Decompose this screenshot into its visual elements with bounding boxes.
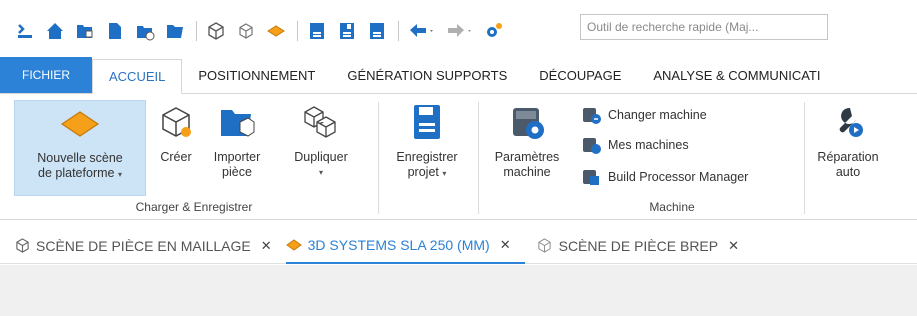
tab-positionnement[interactable]: POSITIONNEMENT	[182, 59, 331, 93]
close-icon[interactable]: ✕	[500, 237, 511, 253]
group-divider	[478, 102, 479, 214]
chevron-down-icon[interactable]: ▾	[118, 170, 122, 179]
build-processor-icon	[580, 166, 602, 188]
button-label: auto	[835, 165, 861, 179]
group-label: Machine	[649, 200, 695, 214]
button-label: Dupliquer	[294, 150, 348, 164]
document-icon[interactable]	[104, 20, 126, 42]
save-icon[interactable]	[306, 20, 328, 42]
tab-generation-supports[interactable]: GÉNÉRATION SUPPORTS	[331, 59, 523, 93]
button-label: Nouvelle scène	[37, 151, 123, 165]
cube-outline-icon[interactable]	[235, 20, 257, 42]
cube-icon[interactable]	[205, 20, 227, 42]
tab-analyse-communication[interactable]: ANALYSE & COMMUNICATI	[637, 59, 836, 93]
change-machine-icon	[580, 104, 602, 126]
undo-icon[interactable]	[407, 20, 437, 42]
build-processor-manager-button[interactable]: Build Processor Manager	[580, 164, 748, 190]
platform-icon	[15, 101, 145, 145]
doc-tab-brep-scene[interactable]: SCÈNE DE PIÈCE BREP ✕	[537, 228, 753, 264]
toolbar-divider	[196, 21, 197, 41]
import-folder-icon	[204, 100, 270, 144]
document-tabs: SCÈNE DE PIÈCE EN MAILLAGE ✕ 3D SYSTEMS …	[0, 228, 917, 264]
my-machines-button[interactable]: Mes machines	[580, 132, 689, 158]
ribbon-tabs: FICHIER ACCUEIL POSITIONNEMENT GÉNÉRATIO…	[0, 57, 917, 94]
cube-outline-icon	[537, 238, 553, 254]
platform-icon	[285, 237, 302, 253]
folder-stack-icon[interactable]	[134, 20, 156, 42]
tab-fichier[interactable]: FICHIER	[0, 57, 92, 93]
toolbar-divider	[297, 21, 298, 41]
workspace-area[interactable]	[0, 265, 917, 316]
button-label: Enregistrer	[396, 150, 458, 164]
button-label: Créer	[160, 150, 192, 164]
redo-icon[interactable]	[445, 20, 475, 42]
group-divider	[804, 102, 805, 214]
button-label: Réparation	[817, 150, 879, 164]
cube-icon	[14, 238, 30, 254]
save-as-icon[interactable]	[336, 20, 358, 42]
import-part-button[interactable]: Importer pièce	[204, 100, 270, 180]
new-platform-scene-button[interactable]: Nouvelle scène de plateforme ▾	[14, 100, 146, 196]
ribbon: Nouvelle scène de plateforme ▾ Créer Imp…	[0, 94, 917, 220]
open-folder-icon[interactable]	[74, 20, 96, 42]
group-label: Charger & Enregistrer	[135, 200, 253, 214]
cube-create-icon	[154, 100, 198, 144]
button-label: Mes machines	[608, 138, 689, 152]
save-all-icon[interactable]	[366, 20, 388, 42]
button-label: pièce	[222, 165, 252, 179]
tab-decoupage[interactable]: DÉCOUPAGE	[523, 59, 637, 93]
wrench-icon	[808, 100, 888, 144]
tab-label: SCÈNE DE PIÈCE EN MAILLAGE	[36, 237, 251, 254]
button-label: Build Processor Manager	[608, 170, 749, 184]
doc-tab-mesh-scene[interactable]: SCÈNE DE PIÈCE EN MAILLAGE ✕	[14, 228, 286, 264]
button-label: Changer machine	[608, 108, 707, 122]
chevron-down-icon[interactable]: ▾	[442, 169, 446, 178]
group-divider	[378, 102, 379, 214]
duplicate-cubes-icon	[276, 100, 366, 144]
button-label: Importer	[213, 150, 261, 164]
create-button[interactable]: Créer	[154, 100, 198, 165]
folder-icon[interactable]	[164, 20, 186, 42]
toolbar-divider	[398, 21, 399, 41]
doc-tab-3d-systems[interactable]: 3D SYSTEMS SLA 250 (MM) ✕	[285, 228, 525, 264]
group-charger-enregistrer: Nouvelle scène de plateforme ▾ Créer Imp…	[14, 94, 374, 220]
tab-label: SCÈNE DE PIÈCE BREP	[558, 237, 719, 254]
tab-label: 3D SYSTEMS SLA 250 (MM)	[307, 236, 490, 253]
machine-gear-icon	[484, 100, 570, 144]
close-icon[interactable]: ✕	[261, 238, 272, 254]
quick-search-input[interactable]: Outil de recherche rapide (Maj...	[580, 14, 828, 40]
platform-icon[interactable]	[265, 20, 287, 42]
button-label: Paramètres	[494, 150, 560, 164]
user-position-icon[interactable]	[14, 20, 36, 42]
tab-accueil[interactable]: ACCUEIL	[92, 59, 183, 94]
my-machines-icon	[580, 134, 602, 156]
duplicate-button[interactable]: Dupliquer ▾	[276, 100, 366, 180]
save-icon	[384, 100, 470, 144]
auto-repair-button[interactable]: Réparation auto	[808, 100, 888, 180]
machine-settings-button[interactable]: Paramètres machine	[484, 100, 570, 180]
gear-search-icon[interactable]	[483, 20, 505, 42]
chevron-down-icon[interactable]: ▾	[276, 165, 366, 180]
button-label: de plateforme	[38, 166, 115, 180]
save-project-button[interactable]: Enregistrer projet ▾	[384, 100, 470, 181]
close-icon[interactable]: ✕	[728, 238, 739, 254]
change-machine-button[interactable]: Changer machine	[580, 102, 707, 128]
button-label: machine	[503, 165, 551, 179]
button-label: projet	[407, 165, 439, 179]
home-icon[interactable]	[44, 20, 66, 42]
